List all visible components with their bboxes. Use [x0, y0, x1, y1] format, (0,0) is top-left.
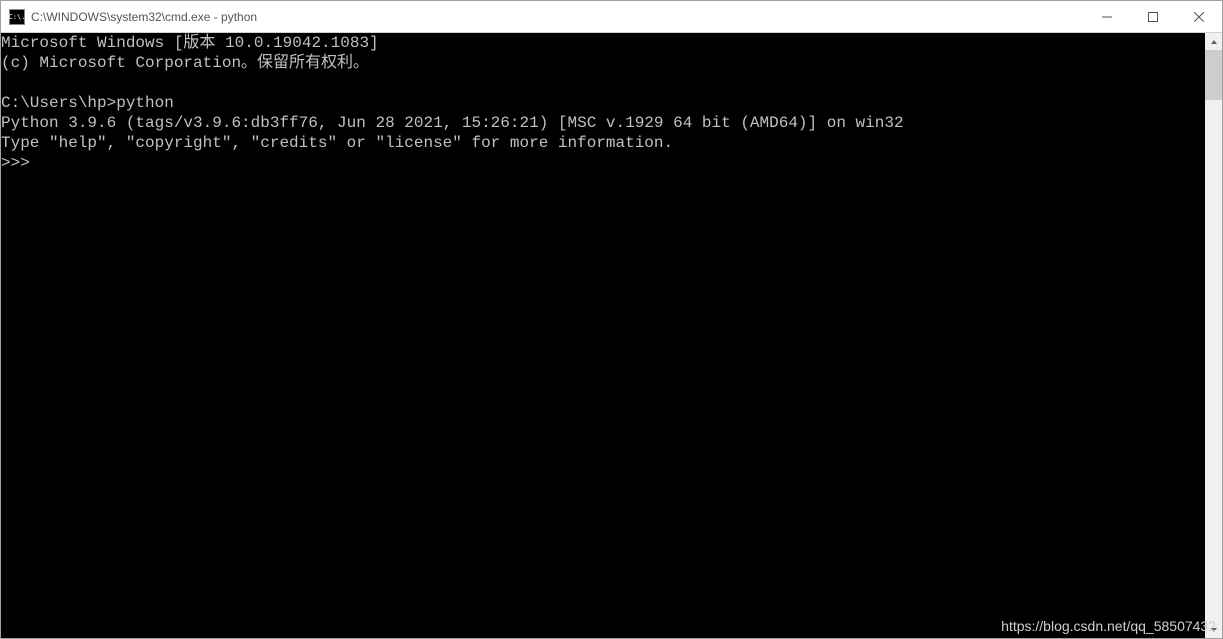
- scroll-up-button[interactable]: [1205, 33, 1222, 50]
- client-area: Microsoft Windows [版本 10.0.19042.1083] (…: [1, 33, 1222, 638]
- maximize-button[interactable]: [1130, 1, 1176, 33]
- scrollbar-track[interactable]: [1205, 50, 1222, 621]
- scrollbar-thumb[interactable]: [1205, 50, 1222, 100]
- window-title: C:\WINDOWS\system32\cmd.exe - python: [31, 10, 257, 24]
- cmd-icon: C:\.: [9, 9, 25, 25]
- terminal-output[interactable]: Microsoft Windows [版本 10.0.19042.1083] (…: [1, 33, 1205, 638]
- close-button[interactable]: [1176, 1, 1222, 33]
- minimize-button[interactable]: [1084, 1, 1130, 33]
- scroll-down-button[interactable]: [1205, 621, 1222, 638]
- titlebar[interactable]: C:\. C:\WINDOWS\system32\cmd.exe - pytho…: [1, 1, 1222, 33]
- vertical-scrollbar[interactable]: [1205, 33, 1222, 638]
- cmd-window: C:\. C:\WINDOWS\system32\cmd.exe - pytho…: [0, 0, 1223, 639]
